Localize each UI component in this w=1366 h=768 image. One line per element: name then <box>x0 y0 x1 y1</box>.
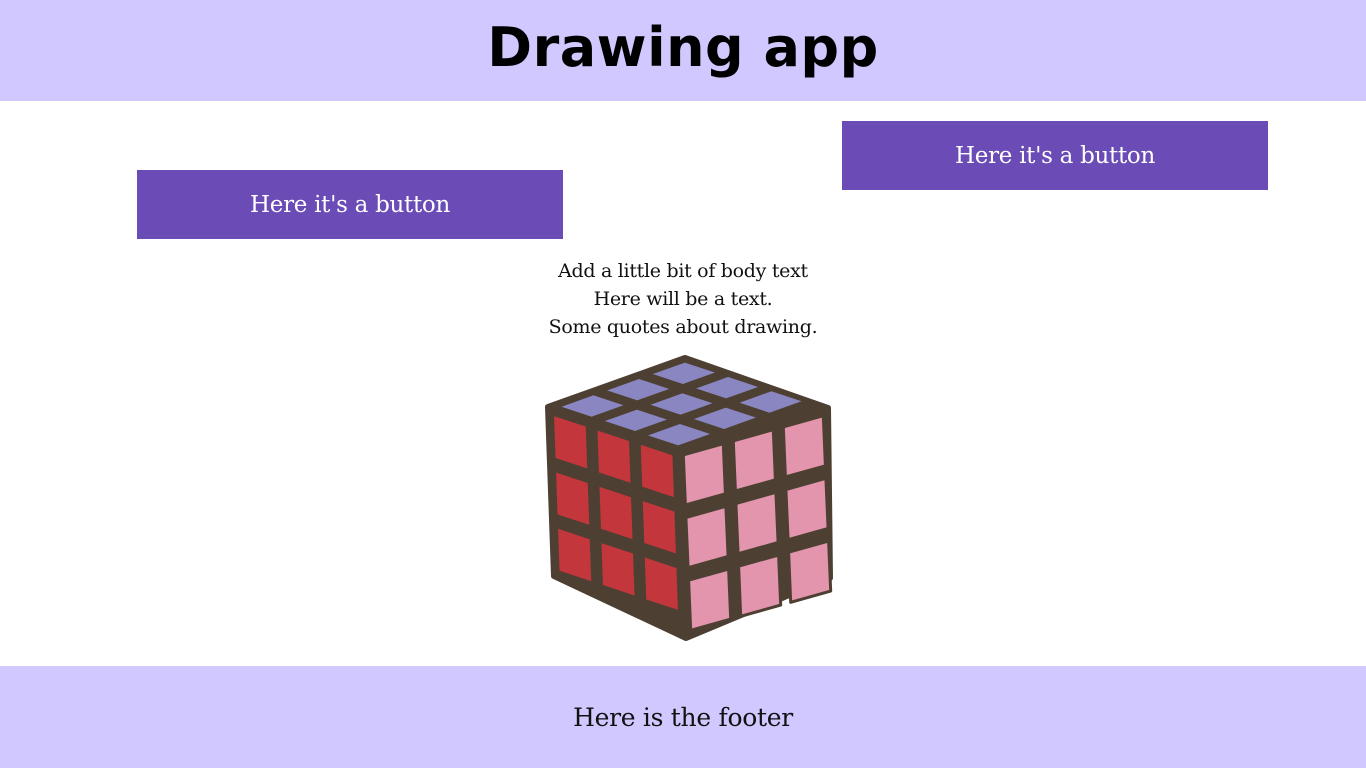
cube-right-sticker <box>731 428 777 493</box>
right-button[interactable]: Here it's a button <box>842 121 1268 190</box>
body-text-line: Some quotes about drawing. <box>548 316 818 338</box>
header: Drawing app <box>0 0 1366 101</box>
cube-right-sticker <box>787 539 833 604</box>
right-button-label: Here it's a button <box>955 142 1155 169</box>
footer-text: Here is the footer <box>573 702 793 732</box>
body-text: Add a little bit of body text Here will … <box>483 257 883 341</box>
cube-right-sticker <box>737 553 783 618</box>
cube-right-sticker <box>681 442 727 507</box>
app-title: Drawing app <box>487 16 879 79</box>
body-text-line: Here will be a text. <box>593 288 773 310</box>
footer: Here is the footer <box>0 666 1366 768</box>
cube-right-sticker <box>781 414 827 479</box>
body-text-line: Add a little bit of body text <box>558 260 808 282</box>
cube-right-sticker <box>784 476 830 542</box>
left-button[interactable]: Here it's a button <box>137 170 563 239</box>
cube-right-sticker <box>734 490 780 556</box>
rubiks-cube-icon <box>540 352 836 644</box>
left-button-label: Here it's a button <box>250 191 450 218</box>
cube-right-sticker <box>687 567 733 632</box>
cube-right-sticker <box>684 504 730 570</box>
